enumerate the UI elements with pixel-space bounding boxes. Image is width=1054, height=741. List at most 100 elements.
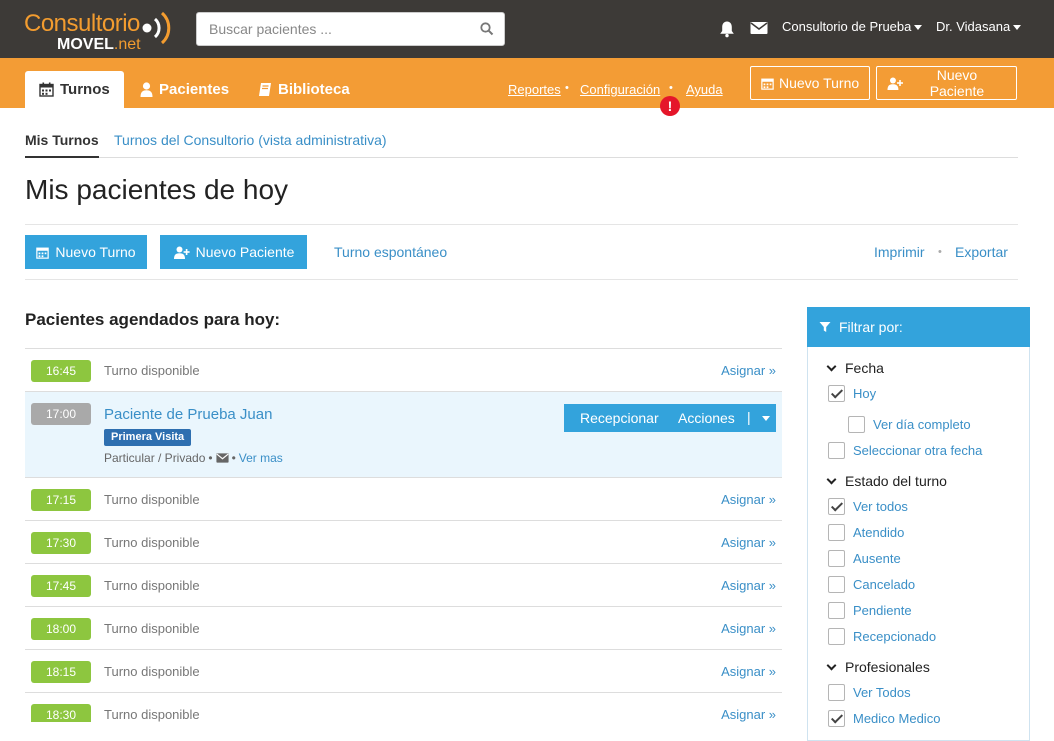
checkbox[interactable] <box>828 442 845 459</box>
recepcionar-button[interactable]: Recepcionar <box>580 410 659 426</box>
user-dropdown[interactable]: Dr. Vidasana <box>936 19 1022 34</box>
ver-mas-link[interactable]: Ver mas <box>239 451 283 465</box>
filter-ausente[interactable]: Ausente <box>828 550 901 567</box>
alert-badge[interactable]: ! <box>660 96 680 116</box>
assign-link[interactable]: Asignar » <box>721 578 776 593</box>
nav-link-reportes[interactable]: Reportes <box>508 82 561 97</box>
imprimir-link[interactable]: Imprimir <box>874 244 925 260</box>
nuevo-turno-button[interactable]: Nuevo Turno <box>25 235 147 269</box>
filter-cancelado[interactable]: Cancelado <box>828 576 915 593</box>
filter-ver-dia-completo[interactable]: Ver día completo <box>848 416 971 433</box>
nav-separator: • <box>669 82 673 94</box>
chevron-down-icon[interactable] <box>762 416 770 421</box>
search-input[interactable] <box>197 13 467 45</box>
filter-group-fecha[interactable]: Fecha <box>826 360 884 376</box>
patient-name-link[interactable]: Paciente de Prueba Juan <box>104 406 272 423</box>
divider <box>25 279 1018 280</box>
filter-item-label: Seleccionar otra fecha <box>853 443 983 458</box>
bell-icon[interactable] <box>718 20 736 38</box>
filter-hoy[interactable]: Hoy <box>828 385 876 402</box>
checkbox[interactable] <box>828 684 845 701</box>
filter-group-label: Profesionales <box>845 659 930 675</box>
nav-link-configuracion[interactable]: Configuración <box>580 82 660 97</box>
calendar-icon <box>761 78 774 90</box>
chevron-down-icon <box>826 361 837 371</box>
logo-sub-text: MOVEL.net <box>57 36 141 53</box>
turno-espontaneo-link[interactable]: Turno espontáneo <box>334 244 447 260</box>
consultorio-dropdown[interactable]: Consultorio de Prueba <box>782 19 923 34</box>
filter-pendiente[interactable]: Pendiente <box>828 602 912 619</box>
assign-link[interactable]: Asignar » <box>721 492 776 507</box>
logo[interactable]: Consultorio MOVEL.net <box>24 6 184 54</box>
filter-icon <box>819 322 831 332</box>
checkbox[interactable] <box>848 416 865 433</box>
checkbox[interactable] <box>828 602 845 619</box>
filter-otra-fecha[interactable]: Seleccionar otra fecha <box>828 442 982 459</box>
page-title: Mis pacientes de hoy <box>25 174 289 205</box>
book-icon <box>259 83 271 96</box>
appointment-row: 16:45 Turno disponible Asignar » <box>25 349 782 392</box>
checkbox[interactable] <box>828 550 845 567</box>
checkbox[interactable] <box>828 498 845 515</box>
checkbox[interactable] <box>828 710 845 727</box>
slot-status: Turno disponible <box>104 578 200 593</box>
mail-icon[interactable] <box>216 453 229 463</box>
patient-meta: Particular / Privado • • Ver mas <box>104 451 283 465</box>
filter-group-estado[interactable]: Estado del turno <box>826 473 947 489</box>
search-icon[interactable] <box>480 22 494 36</box>
tab-biblioteca[interactable]: Biblioteca <box>258 71 350 108</box>
mail-icon[interactable] <box>750 20 768 36</box>
filter-group-profesionales[interactable]: Profesionales <box>826 659 930 675</box>
appointment-row: 18:00 Turno disponible Asignar » <box>25 607 782 650</box>
subtab-turnos-consultorio[interactable]: Turnos del Consultorio (vista administra… <box>114 132 387 148</box>
tab-turnos[interactable]: Turnos <box>25 71 124 108</box>
appointment-row: 18:30 Turno disponible Asignar » <box>25 693 782 722</box>
filter-atendido[interactable]: Atendido <box>828 524 904 541</box>
time-badge: 16:45 <box>31 360 91 382</box>
exportar-link[interactable]: Exportar <box>955 244 1008 260</box>
filter-recepcionado[interactable]: Recepcionado <box>828 628 936 645</box>
assign-link[interactable]: Asignar » <box>721 535 776 550</box>
separator-dot: • <box>938 246 942 258</box>
time-badge: 18:30 <box>31 704 91 722</box>
visit-type-badge: Primera Visita <box>104 429 192 446</box>
main-nav: Turnos Pacientes Biblioteca Reportes • C… <box>0 58 1054 116</box>
time-badge: 18:00 <box>31 618 91 640</box>
slot-status: Turno disponible <box>104 363 200 378</box>
signal-waves-icon <box>142 11 171 45</box>
nav-link-ayuda[interactable]: Ayuda <box>686 82 723 97</box>
checkbox[interactable] <box>828 628 845 645</box>
filter-item-label: Atendido <box>853 525 905 540</box>
assign-link[interactable]: Asignar » <box>721 707 776 722</box>
subtab-mis-turnos[interactable]: Mis Turnos <box>25 132 99 158</box>
top-bar: Consultorio MOVEL.net Consultorio de Pru… <box>0 0 1054 58</box>
nav-nuevo-paciente-button[interactable]: Nuevo Paciente <box>876 66 1017 100</box>
assign-link[interactable]: Asignar » <box>721 664 776 679</box>
time-badge: 17:15 <box>31 489 91 511</box>
checkbox[interactable] <box>828 385 845 402</box>
slot-status: Turno disponible <box>104 621 200 636</box>
filter-ver-todos-profesionales[interactable]: Ver Todos <box>828 684 911 701</box>
acciones-button[interactable]: Acciones <box>678 410 735 426</box>
filter-item-label: Ver día completo <box>873 417 971 432</box>
filter-title: Filtrar por: <box>839 319 903 335</box>
search-box <box>196 12 505 46</box>
tab-pacientes-label: Pacientes <box>159 81 230 98</box>
coverage-text: Particular / Privado <box>104 451 206 465</box>
section-title: Pacientes agendados para hoy: <box>25 310 281 329</box>
nuevo-paciente-button[interactable]: Nuevo Paciente <box>160 235 307 269</box>
checkbox[interactable] <box>828 576 845 593</box>
assign-link[interactable]: Asignar » <box>721 363 776 378</box>
assign-link[interactable]: Asignar » <box>721 621 776 636</box>
appointment-row: 17:15 Turno disponible Asignar » <box>25 478 782 521</box>
chevron-down-icon <box>826 660 837 670</box>
filter-medico-medico[interactable]: Medico Medico <box>828 710 940 727</box>
checkbox[interactable] <box>828 524 845 541</box>
appointment-row-booked: 17:00 Paciente de Prueba Juan Primera Vi… <box>25 392 782 478</box>
nav-nuevo-turno-button[interactable]: Nuevo Turno <box>750 66 871 100</box>
filter-item-label: Hoy <box>853 386 877 401</box>
tab-pacientes[interactable]: Pacientes <box>140 71 229 108</box>
filter-header: Filtrar por: <box>807 307 1030 347</box>
chevron-down-icon <box>826 474 837 484</box>
filter-ver-todos[interactable]: Ver todos <box>828 498 908 515</box>
